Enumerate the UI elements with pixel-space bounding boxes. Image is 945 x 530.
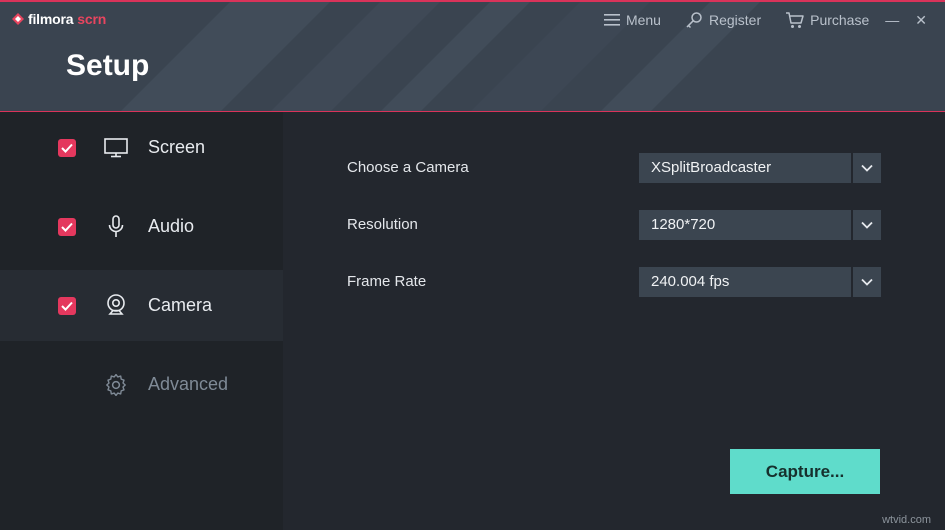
sidebar-item-label: Advanced bbox=[148, 374, 229, 394]
purchase-button[interactable]: Purchase bbox=[785, 11, 870, 29]
resolution-select[interactable]: 1280*720 bbox=[639, 210, 881, 240]
audio-checkbox[interactable] bbox=[58, 217, 76, 236]
camera-checkbox[interactable] bbox=[58, 296, 76, 315]
frame-rate-row: Frame Rate 240.004 fps bbox=[347, 267, 881, 297]
frame-rate-select[interactable]: 240.004 fps bbox=[639, 267, 881, 297]
camera-select[interactable]: XSplitBroadcaster bbox=[639, 153, 881, 183]
app-logo: filmora scrn bbox=[12, 10, 106, 28]
minimize-button[interactable]: — bbox=[885, 12, 899, 28]
app-window: filmora scrn Setup Menu Register Purchas… bbox=[0, 0, 945, 530]
header: filmora scrn Setup Menu Register Purchas… bbox=[0, 0, 945, 112]
hamburger-icon bbox=[603, 14, 620, 26]
sidebar: Screen Audio Camera Advanced bbox=[0, 112, 283, 530]
logo-brand: filmora bbox=[28, 11, 74, 27]
minimize-icon: — bbox=[885, 12, 900, 28]
webcam-icon bbox=[104, 293, 128, 318]
logo-icon bbox=[12, 13, 24, 25]
watermark: wtvid.com bbox=[882, 514, 931, 526]
screen-checkbox[interactable] bbox=[58, 138, 76, 157]
sidebar-item-camera[interactable]: Camera bbox=[0, 270, 283, 341]
chevron-down-icon[interactable] bbox=[853, 210, 881, 240]
page-title: Setup bbox=[66, 49, 150, 82]
camera-settings-panel: Choose a Camera XSplitBroadcaster Resolu… bbox=[283, 112, 945, 530]
chevron-down-icon[interactable] bbox=[853, 153, 881, 183]
resolution-row: Resolution 1280*720 bbox=[347, 210, 881, 240]
sidebar-item-label: Camera bbox=[148, 295, 213, 315]
frame-rate-value: 240.004 fps bbox=[639, 267, 851, 297]
camera-label: Choose a Camera bbox=[347, 159, 469, 176]
cart-icon bbox=[786, 11, 804, 28]
capture-button[interactable]: Capture... bbox=[730, 449, 880, 494]
menu-button[interactable]: Menu bbox=[603, 12, 661, 28]
camera-value: XSplitBroadcaster bbox=[639, 153, 851, 183]
sidebar-item-label: Audio bbox=[148, 216, 195, 236]
sidebar-item-label: Screen bbox=[148, 137, 206, 157]
register-label: Register bbox=[708, 12, 762, 28]
sidebar-item-advanced[interactable]: Advanced bbox=[0, 349, 283, 420]
logo-suffix: scrn bbox=[77, 11, 107, 27]
check-icon bbox=[61, 301, 73, 311]
check-icon bbox=[61, 222, 73, 232]
menu-label: Menu bbox=[625, 12, 661, 28]
purchase-label: Purchase bbox=[810, 12, 870, 28]
frame-rate-label: Frame Rate bbox=[347, 273, 427, 290]
gear-icon bbox=[104, 373, 128, 397]
camera-row: Choose a Camera XSplitBroadcaster bbox=[347, 153, 881, 183]
resolution-value: 1280*720 bbox=[639, 210, 851, 240]
close-icon: ✕ bbox=[915, 11, 927, 28]
key-icon bbox=[686, 12, 702, 29]
close-button[interactable]: ✕ bbox=[915, 12, 927, 29]
top-actions: Menu Register Purchase — ✕ bbox=[580, 8, 927, 32]
sidebar-item-audio[interactable]: Audio bbox=[0, 191, 283, 262]
check-icon bbox=[61, 143, 73, 153]
sidebar-item-screen[interactable]: Screen bbox=[0, 112, 283, 183]
microphone-icon bbox=[104, 214, 128, 239]
register-button[interactable]: Register bbox=[685, 11, 761, 29]
chevron-down-icon[interactable] bbox=[853, 267, 881, 297]
monitor-icon bbox=[104, 136, 128, 160]
resolution-label: Resolution bbox=[347, 216, 418, 233]
